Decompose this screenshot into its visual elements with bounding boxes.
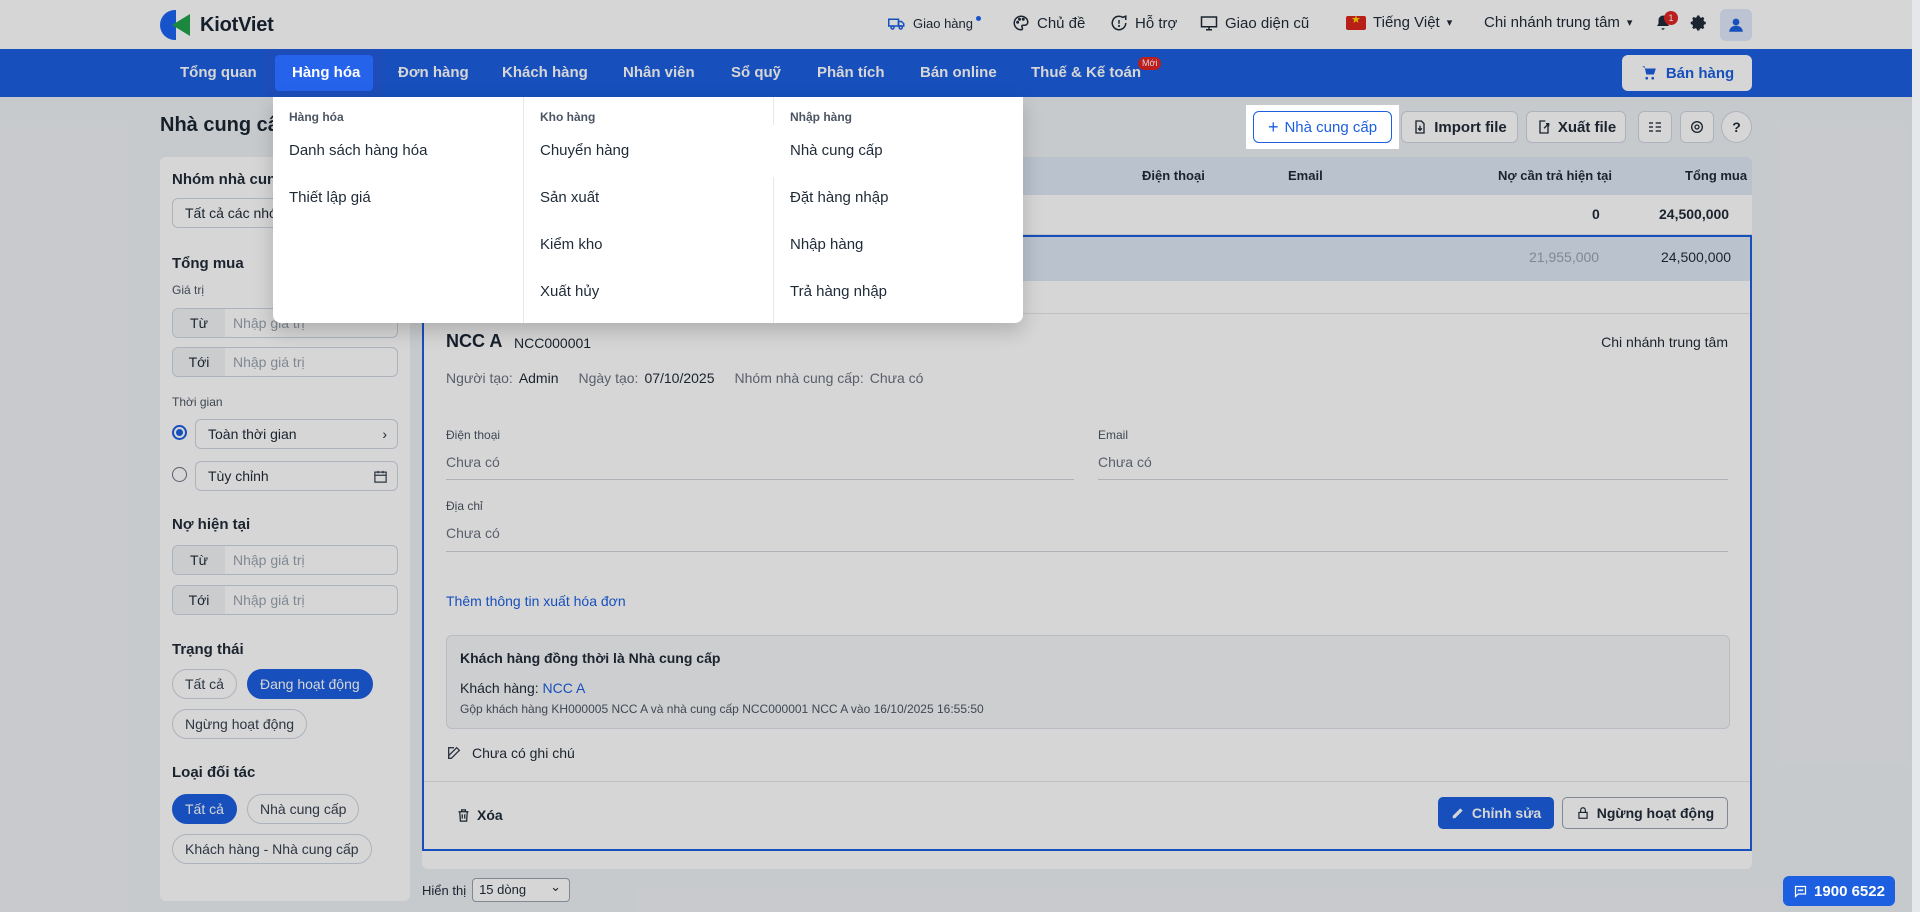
- add-supplier-button-highlighted[interactable]: + Nhà cung cấp: [1253, 111, 1392, 143]
- menu-item-purchase-return[interactable]: Trả hàng nhập: [790, 283, 887, 300]
- dropdown-head-warehouse: Kho hàng: [540, 110, 596, 124]
- menu-item-product-list[interactable]: Danh sách hàng hóa: [289, 142, 427, 159]
- nav-products-active[interactable]: Hàng hóa: [292, 49, 360, 97]
- dropdown-head-purchasing: Nhập hàng: [790, 110, 852, 124]
- plus-icon: +: [1267, 117, 1279, 137]
- menu-item-disposal[interactable]: Xuất hủy: [540, 283, 599, 300]
- menu-item-transfer[interactable]: Chuyển hàng: [540, 142, 629, 159]
- scrollbar[interactable]: [1912, 0, 1920, 912]
- menu-item-production[interactable]: Sản xuất: [540, 189, 599, 206]
- products-dropdown-menu: Hàng hóa Danh sách hàng hóa Thiết lập gi…: [273, 97, 1023, 323]
- add-supplier-label: Nhà cung cấp: [1284, 118, 1378, 136]
- dropdown-col-purchasing: Nhập hàng Nhà cung cấp Đặt hàng nhập Nhậ…: [773, 97, 1023, 323]
- dropdown-col-products: Hàng hóa Danh sách hàng hóa Thiết lập gi…: [273, 97, 523, 323]
- dropdown-col-warehouse: Kho hàng Chuyển hàng Sản xuất Kiểm kho X…: [523, 97, 773, 323]
- dropdown-head-products: Hàng hóa: [289, 110, 344, 124]
- hotline-label: 1900 6522: [1814, 882, 1885, 900]
- menu-item-suppliers[interactable]: Nhà cung cấp: [774, 126, 924, 176]
- chat-icon: [1794, 885, 1807, 898]
- menu-item-goods-receipt[interactable]: Nhập hàng: [790, 236, 863, 253]
- hotline-button[interactable]: 1900 6522: [1783, 876, 1895, 906]
- menu-item-purchase-order[interactable]: Đặt hàng nhập: [790, 189, 888, 206]
- menu-item-price-setup[interactable]: Thiết lập giá: [289, 189, 371, 206]
- menu-item-stock-check[interactable]: Kiểm kho: [540, 236, 603, 253]
